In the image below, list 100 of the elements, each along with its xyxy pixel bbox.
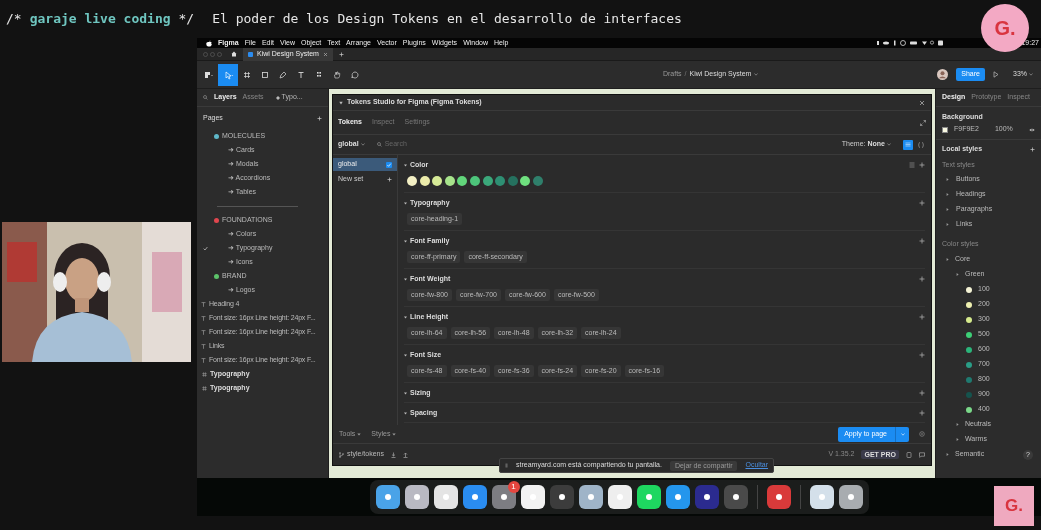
drag-handle-icon[interactable] bbox=[505, 463, 508, 468]
add-icon[interactable] bbox=[919, 314, 925, 320]
main-menu-icon bbox=[203, 69, 214, 80]
color-swatch[interactable] bbox=[532, 176, 543, 186]
stream-title: El poder de los Design Tokens en el desarrollo de interfaces bbox=[212, 10, 682, 29]
app-icon[interactable] bbox=[766, 485, 791, 509]
add-icon[interactable] bbox=[1030, 147, 1035, 152]
app-icon[interactable] bbox=[636, 485, 661, 509]
app-icon[interactable] bbox=[520, 485, 545, 509]
logo: G. bbox=[994, 486, 1034, 526]
caret-icon bbox=[887, 143, 891, 146]
app-icon[interactable] bbox=[694, 485, 719, 509]
upload-icon[interactable] bbox=[402, 451, 408, 458]
caret-icon[interactable] bbox=[404, 315, 407, 319]
download-icon[interactable] bbox=[390, 451, 396, 458]
app-icon[interactable] bbox=[549, 485, 574, 509]
list-icon bbox=[905, 142, 911, 147]
color-swatch[interactable] bbox=[419, 176, 430, 186]
caret-icon[interactable] bbox=[404, 411, 407, 415]
caret-icon bbox=[360, 143, 365, 146]
show-name: garaje live coding bbox=[29, 10, 171, 29]
color-swatch[interactable] bbox=[482, 176, 493, 186]
app-icon[interactable] bbox=[491, 485, 516, 509]
app-icon[interactable] bbox=[607, 485, 632, 509]
caret-icon[interactable] bbox=[404, 353, 407, 357]
tool-button[interactable] bbox=[218, 63, 238, 86]
app-icon[interactable] bbox=[578, 485, 603, 509]
file-icon bbox=[248, 51, 253, 57]
comment-mark: */ bbox=[178, 10, 195, 29]
add-icon[interactable] bbox=[919, 352, 925, 358]
color-swatch[interactable] bbox=[495, 176, 506, 186]
frame-icon bbox=[202, 385, 207, 391]
caret-icon[interactable] bbox=[946, 223, 949, 226]
home-icon[interactable] bbox=[231, 51, 237, 57]
color-swatch[interactable] bbox=[507, 176, 518, 186]
app-icon[interactable] bbox=[665, 485, 690, 509]
add-icon[interactable] bbox=[919, 162, 925, 168]
color-swatch[interactable] bbox=[432, 176, 443, 186]
caret-icon[interactable] bbox=[339, 100, 343, 105]
view-mode-button[interactable] bbox=[903, 139, 913, 150]
add-tab-icon[interactable] bbox=[338, 51, 344, 57]
caret-icon[interactable] bbox=[404, 391, 407, 395]
text-layer-icon bbox=[201, 357, 206, 363]
search-icon[interactable] bbox=[203, 95, 208, 100]
avatar-icon[interactable] bbox=[937, 69, 949, 80]
close-icon[interactable] bbox=[919, 99, 925, 106]
caret-icon[interactable] bbox=[946, 453, 949, 456]
caret-icon[interactable] bbox=[404, 239, 407, 243]
caret-icon bbox=[1029, 73, 1033, 76]
app-icon[interactable] bbox=[404, 485, 429, 509]
app-icon[interactable] bbox=[838, 485, 863, 509]
caret-icon[interactable] bbox=[946, 208, 949, 211]
color-swatch[interactable] bbox=[469, 176, 480, 186]
color-swatch[interactable] bbox=[457, 176, 468, 186]
add-icon[interactable] bbox=[919, 238, 925, 244]
caret-icon[interactable] bbox=[946, 178, 949, 181]
play-icon[interactable] bbox=[993, 71, 999, 78]
text-tool-icon bbox=[296, 69, 307, 80]
apple-icon[interactable] bbox=[206, 39, 212, 47]
app-icon[interactable] bbox=[462, 485, 487, 509]
status-icons-drawing bbox=[877, 40, 946, 46]
checkbox[interactable] bbox=[386, 161, 392, 168]
comment-mark: /* bbox=[6, 10, 22, 29]
document-icon[interactable] bbox=[906, 451, 912, 458]
add-icon[interactable] bbox=[317, 115, 322, 121]
color-swatch[interactable] bbox=[942, 126, 948, 133]
add-icon[interactable] bbox=[919, 276, 925, 282]
caret-icon[interactable] bbox=[956, 273, 959, 276]
comment-icon bbox=[350, 69, 361, 80]
color-swatch[interactable] bbox=[520, 176, 531, 186]
branch-icon bbox=[339, 451, 344, 458]
feedback-icon[interactable] bbox=[919, 451, 925, 458]
add-icon[interactable] bbox=[919, 410, 925, 416]
caret-icon bbox=[900, 432, 905, 436]
pen-icon bbox=[278, 69, 289, 80]
color-swatch[interactable] bbox=[444, 176, 455, 186]
caret-icon[interactable] bbox=[404, 163, 407, 167]
caret-icon[interactable] bbox=[404, 277, 407, 281]
caret-icon[interactable] bbox=[956, 438, 959, 441]
pointer-icon bbox=[222, 69, 234, 80]
hand-icon bbox=[332, 69, 343, 80]
caret-icon[interactable] bbox=[946, 193, 949, 196]
caret-icon[interactable] bbox=[956, 423, 959, 426]
frame-icon bbox=[242, 69, 253, 80]
text-layer-icon bbox=[201, 329, 206, 335]
diamond-icon bbox=[275, 95, 280, 100]
caret-icon[interactable] bbox=[404, 201, 407, 205]
caret-icon[interactable] bbox=[946, 258, 949, 261]
add-icon[interactable] bbox=[919, 200, 925, 206]
expand-icon[interactable] bbox=[920, 119, 926, 126]
add-icon[interactable] bbox=[919, 390, 925, 396]
add-icon[interactable] bbox=[387, 177, 392, 182]
app-icon[interactable] bbox=[809, 485, 834, 509]
close-icon[interactable] bbox=[322, 51, 328, 57]
color-swatch[interactable] bbox=[407, 176, 417, 186]
text-layer-icon bbox=[201, 301, 206, 307]
eye-icon[interactable] bbox=[1029, 127, 1035, 132]
app-icon[interactable] bbox=[375, 485, 400, 509]
app-icon[interactable] bbox=[433, 485, 458, 509]
app-icon[interactable] bbox=[723, 485, 748, 509]
